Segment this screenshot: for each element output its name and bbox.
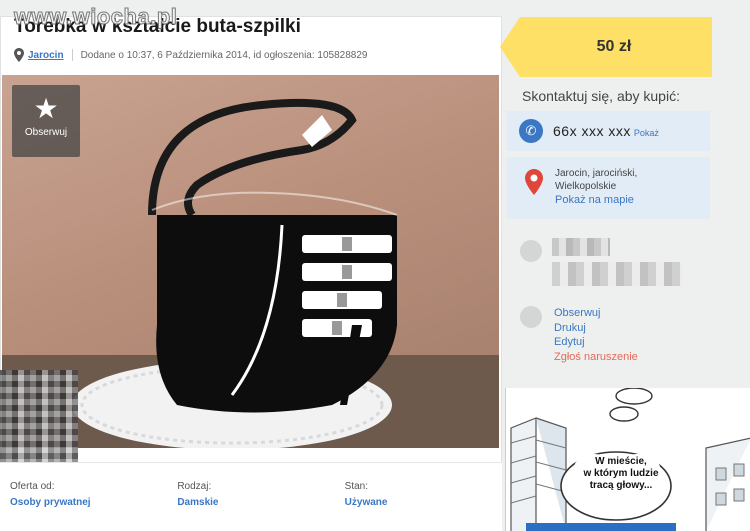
detail-label: Oferta od: <box>10 481 55 492</box>
flag-icon <box>520 306 542 328</box>
blurred-username <box>552 238 610 256</box>
location-line1: Jarocin, jarociński, <box>555 168 638 179</box>
location-line2: Wielkopolskie <box>555 181 617 192</box>
listing-meta: Jarocin Dodane o 10:37, 6 Października 2… <box>14 48 367 62</box>
detail-condition: Stan: Używane <box>335 463 502 531</box>
detail-value-link[interactable]: Używane <box>345 497 388 508</box>
map-pin-icon <box>525 169 543 195</box>
comic-line1: W mieście, <box>595 456 647 467</box>
show-map-link[interactable]: Pokaż na mapie <box>555 194 710 207</box>
details-row: Oferta od: Osoby prywatnej Rodzaj: Damsk… <box>0 462 502 531</box>
follow-box-button[interactable]: ★ Obserwuj <box>12 85 80 157</box>
comic-line2: w którym ludzie <box>583 468 659 479</box>
blurred-user-details <box>552 262 682 286</box>
detail-value-link[interactable]: Damskie <box>177 497 218 508</box>
city-link[interactable]: Jarocin <box>28 50 64 61</box>
divider <box>71 49 73 61</box>
added-info: Dodane o 10:37, 6 Października 2014, id … <box>80 49 368 61</box>
edit-link[interactable]: Edytuj <box>554 335 710 350</box>
follow-box-label: Obserwuj <box>24 127 68 138</box>
print-link[interactable]: Drukuj <box>554 321 710 336</box>
price-tag: 50 zł <box>500 17 712 77</box>
watermark: www.wiocha.pl <box>13 4 178 30</box>
user-info <box>520 238 710 292</box>
phone-number: 66x xxx xxx <box>553 123 631 139</box>
phone-icon: ✆ <box>519 119 543 143</box>
detail-value-link[interactable]: Osoby prywatnej <box>10 497 91 508</box>
location-box: Jarocin, jarociński, Wielkopolskie Pokaż… <box>507 157 710 219</box>
avatar <box>520 240 542 262</box>
detail-type: Rodzaj: Damskie <box>167 463 334 531</box>
pixelated-overlay-shade <box>0 370 78 465</box>
detail-offer: Oferta od: Osoby prywatnej <box>0 463 167 531</box>
comic-text: W mieście, w którym ludzie tracą głowy..… <box>564 456 678 492</box>
detail-label: Stan: <box>344 481 369 492</box>
star-icon: ★ <box>33 93 59 124</box>
action-links: Obserwuj Drukuj Edytuj Zgłoś naruszenie <box>520 306 710 364</box>
show-phone-link[interactable]: Pokaż <box>634 128 659 138</box>
contact-heading: Skontaktuj się, aby kupić: <box>522 88 680 104</box>
comic-ad[interactable]: W mieście, w którym ludzie tracą głowy..… <box>505 388 750 531</box>
location-pin-icon <box>14 48 24 62</box>
report-link[interactable]: Zgłoś naruszenie <box>554 350 710 365</box>
comic-line3: tracą głowy... <box>589 480 653 491</box>
phone-box[interactable]: ✆ 66x xxx xxx Pokaż <box>507 111 710 151</box>
follow-link[interactable]: Obserwuj <box>554 306 710 321</box>
detail-label: Rodzaj: <box>177 481 212 492</box>
